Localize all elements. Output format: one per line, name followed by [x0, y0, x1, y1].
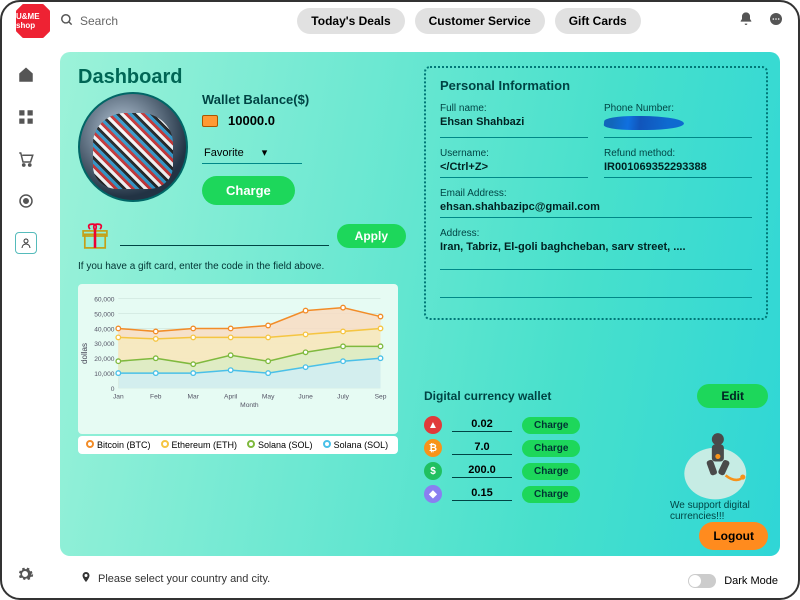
- pi-phone: [604, 116, 752, 133]
- dcw-charge-button[interactable]: Charge: [522, 463, 580, 480]
- svg-text:30,000: 30,000: [94, 341, 115, 348]
- svg-text:20,000: 20,000: [94, 356, 115, 363]
- dcw-value: 7.0: [452, 441, 512, 455]
- gift-code-input[interactable]: [120, 226, 329, 246]
- footer-location[interactable]: Please select your country and city.: [80, 571, 270, 586]
- darkmode-toggle[interactable]: [688, 574, 716, 588]
- search-icon: [60, 13, 74, 30]
- settings-icon[interactable]: [16, 565, 34, 588]
- pi-email: ehsan.shahbazipc@gmail.com: [440, 201, 752, 213]
- nav-customer-service[interactable]: Customer Service: [415, 8, 545, 34]
- wallet-icon: [202, 115, 218, 127]
- pin-icon: [80, 571, 92, 586]
- pi-address: Iran, Tabriz, El-goli baghcheban, sarv s…: [440, 241, 752, 253]
- support-text: We support digital currencies!!!: [670, 500, 766, 522]
- coin-icon: $: [424, 462, 442, 480]
- wallet-label: Wallet Balance($): [202, 92, 406, 107]
- dcw-title: Digital currency wallet: [424, 389, 551, 403]
- svg-text:10,000: 10,000: [94, 371, 115, 378]
- nav-deals[interactable]: Today's Deals: [297, 8, 404, 34]
- coin-icon: ₿: [424, 439, 442, 457]
- sidebar-home[interactable]: [15, 64, 37, 86]
- robot-illustration: [674, 422, 760, 508]
- chart: dollas 010,00020,00030,00040,00050,00060…: [78, 284, 398, 434]
- svg-text:Mar: Mar: [187, 393, 199, 400]
- gift-note: If you have a gift card, enter the code …: [78, 261, 406, 272]
- svg-text:July: July: [337, 393, 349, 400]
- logout-button[interactable]: Logout: [699, 522, 768, 550]
- svg-text:60,000: 60,000: [94, 297, 115, 304]
- bell-icon[interactable]: [738, 11, 754, 32]
- dcw-value: 0.15: [452, 487, 512, 501]
- svg-text:May: May: [262, 393, 275, 400]
- dcw-charge-button[interactable]: Charge: [522, 486, 580, 503]
- wallet-select[interactable]: Favorite▾: [202, 142, 302, 164]
- chevron-down-icon: ▾: [262, 146, 268, 159]
- gift-icon: [78, 219, 112, 253]
- svg-text:50,000: 50,000: [94, 311, 115, 318]
- wallet-value: 10000.0: [228, 113, 275, 128]
- svg-text:Feb: Feb: [150, 393, 162, 400]
- pi-fullname: Ehsan Shahbazi: [440, 116, 588, 128]
- search-placeholder: Search: [80, 14, 118, 28]
- coin-icon: ▲: [424, 416, 442, 434]
- svg-text:0: 0: [111, 386, 115, 393]
- dcw-value: 0.02: [452, 418, 512, 432]
- dcw-charge-button[interactable]: Charge: [522, 417, 580, 434]
- darkmode-label: Dark Mode: [724, 575, 778, 587]
- svg-text:Sep: Sep: [375, 393, 387, 400]
- nav-gift-cards[interactable]: Gift Cards: [555, 8, 641, 34]
- dcw-charge-button[interactable]: Charge: [522, 440, 580, 457]
- sidebar-cart[interactable]: [15, 148, 37, 170]
- avatar[interactable]: [78, 92, 188, 202]
- svg-text:April: April: [224, 393, 238, 400]
- pi-refund: IR001069352293388: [604, 161, 752, 173]
- sidebar-target[interactable]: [15, 190, 37, 212]
- sidebar: [2, 44, 50, 558]
- sidebar-profile[interactable]: [15, 232, 37, 254]
- chart-legend: Bitcoin (BTC)Ethereum (ETH)Solana (SOL)S…: [78, 436, 398, 454]
- svg-text:Month: Month: [240, 402, 259, 409]
- logo[interactable]: U&ME shop: [16, 4, 50, 38]
- edit-button[interactable]: Edit: [697, 384, 768, 408]
- more-icon[interactable]: [768, 11, 784, 32]
- svg-text:June: June: [298, 393, 313, 400]
- svg-text:Jan: Jan: [113, 393, 124, 400]
- sidebar-apps[interactable]: [15, 106, 37, 128]
- dcw-value: 200.0: [452, 464, 512, 478]
- pi-username: </Ctrl+Z>: [440, 161, 588, 173]
- apply-button[interactable]: Apply: [337, 224, 406, 248]
- coin-icon: ◆: [424, 485, 442, 503]
- svg-text:40,000: 40,000: [94, 326, 115, 333]
- personal-info: Personal Information Full name:Ehsan Sha…: [424, 66, 768, 320]
- search[interactable]: Search: [60, 13, 200, 30]
- charge-button[interactable]: Charge: [202, 176, 295, 205]
